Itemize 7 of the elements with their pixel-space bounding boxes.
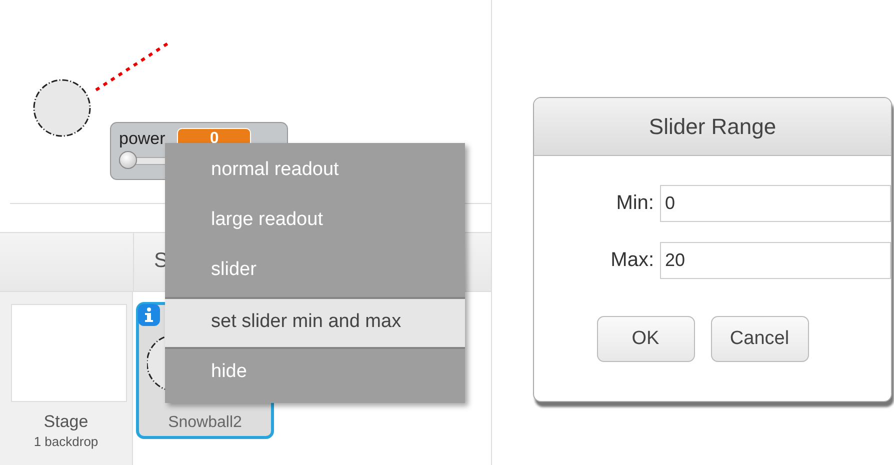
stage-name: Stage	[44, 412, 88, 432]
dialog-title: Slider Range	[534, 98, 891, 156]
backdrop-count: 1 backdrop	[34, 434, 98, 449]
field-label: Max:	[610, 249, 654, 272]
field-label: Min:	[615, 192, 654, 215]
variable-name: power	[119, 129, 166, 149]
sprite-name: Snowball2	[168, 414, 242, 433]
